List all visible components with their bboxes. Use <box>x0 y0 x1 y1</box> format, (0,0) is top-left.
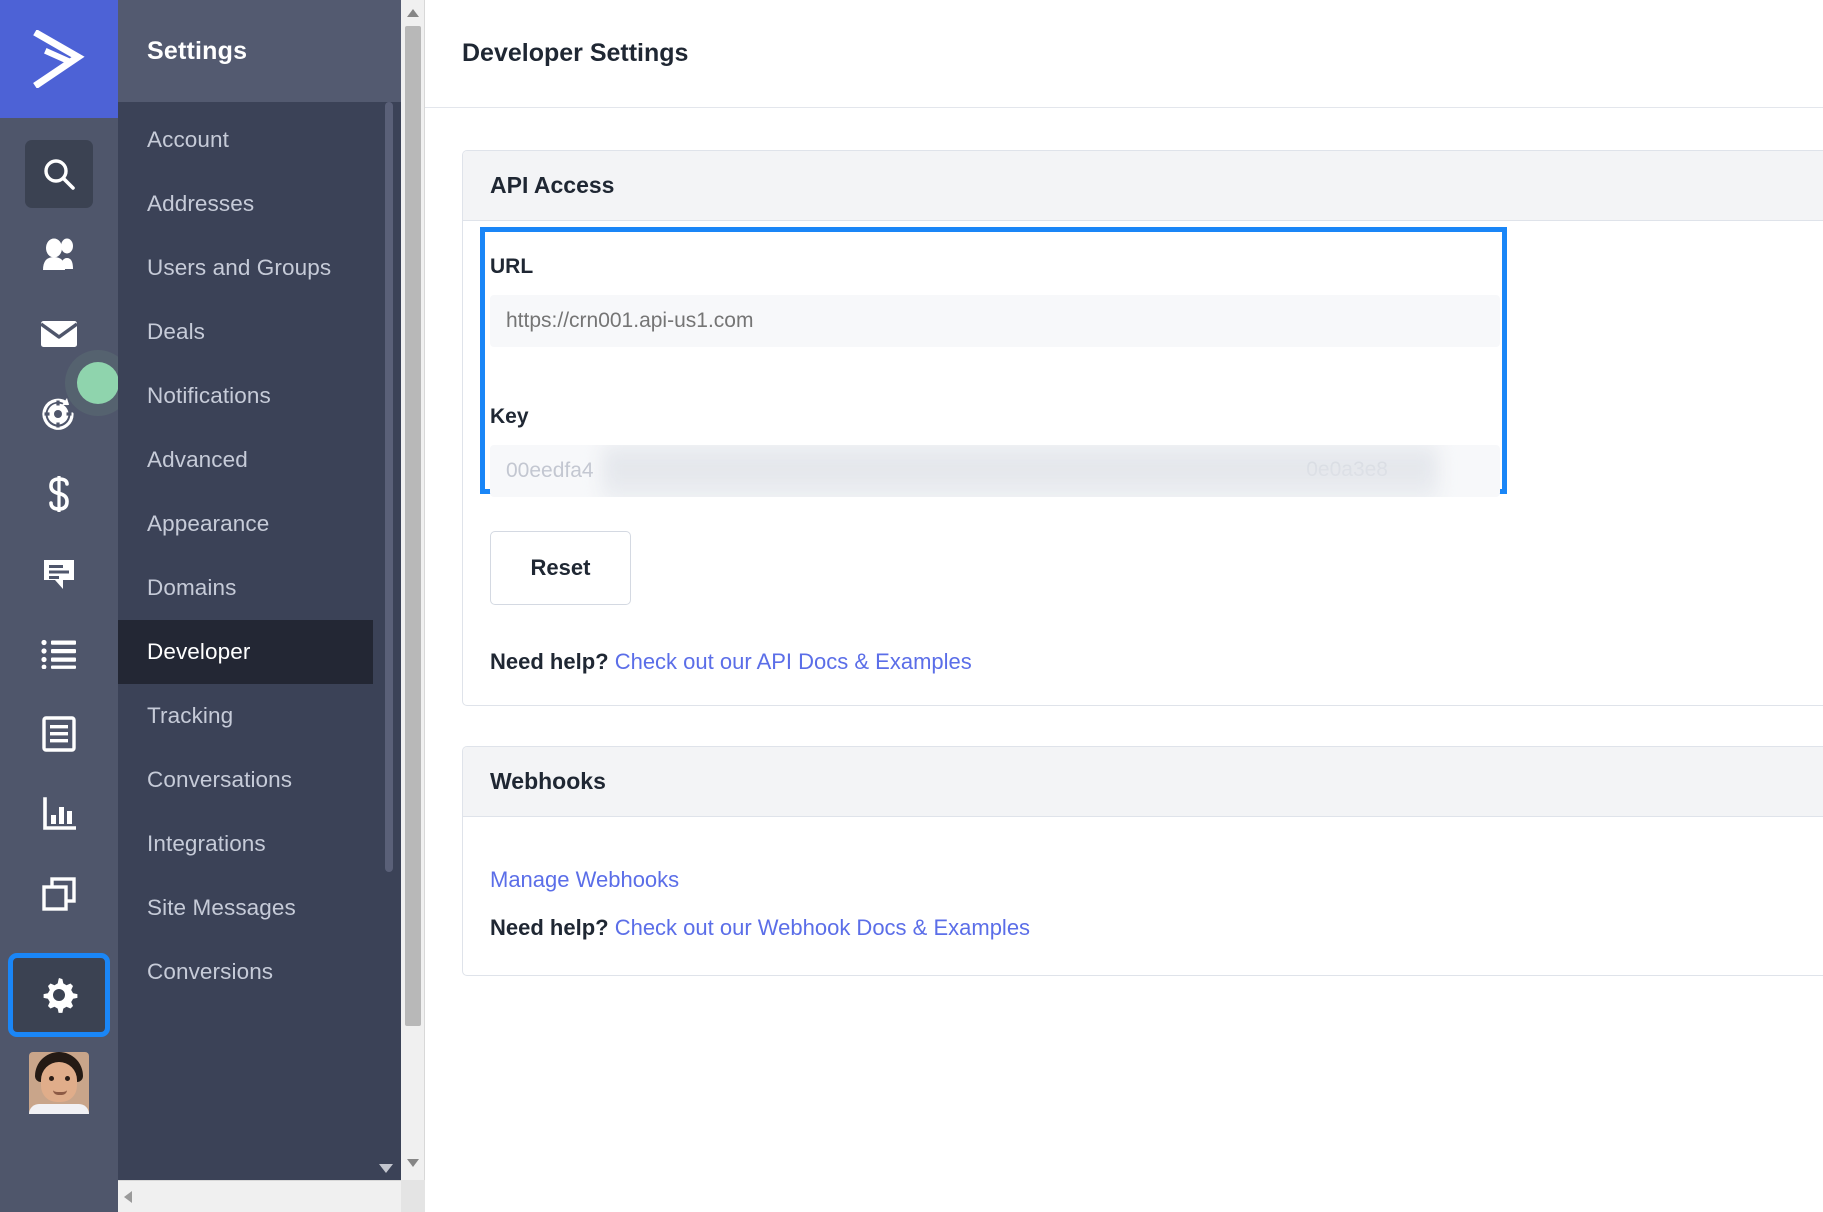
api-help-prefix: Need help? <box>490 649 609 674</box>
settings-menu-scroll-down-arrow[interactable] <box>375 1158 397 1178</box>
settings-menu-item-wrap: Account <box>118 108 401 172</box>
api-key-input[interactable]: 00eedfa4 0e0a3e8 <box>490 445 1500 497</box>
settings-menu-scrollbar[interactable] <box>385 102 393 872</box>
sidebar-item-notifications[interactable]: Notifications <box>118 364 401 428</box>
rail-item-pages[interactable] <box>25 860 93 928</box>
api-access-card: API Access URL Key 00eedfa4 0e0a3e8 Rese… <box>462 150 1823 706</box>
chevron-right-logo-icon <box>33 30 85 88</box>
sidebar-item-tracking[interactable]: Tracking <box>118 684 401 748</box>
dollar-icon <box>49 476 69 512</box>
settings-menu-list: Account Addresses Users and Groups Deals… <box>118 102 401 1180</box>
api-access-title: API Access <box>490 172 615 198</box>
mail-icon <box>39 321 79 347</box>
webhook-help-prefix: Need help? <box>490 915 609 940</box>
chevron-down-icon <box>379 1163 393 1173</box>
rail-item-campaigns[interactable] <box>25 300 93 368</box>
automations-icon <box>42 398 74 430</box>
page-vertical-scrollbar[interactable] <box>401 0 425 1212</box>
pages-icon <box>42 877 76 911</box>
webhook-help-row: Need help? Check out our Webhook Docs & … <box>490 915 1823 941</box>
scroll-left-arrow-icon[interactable] <box>124 1190 132 1203</box>
forms-icon <box>42 716 76 752</box>
manage-webhooks-link[interactable]: Manage Webhooks <box>490 867 679 892</box>
sidebar-item-appearance[interactable]: Appearance <box>118 492 401 556</box>
sidebar-item-account[interactable]: Account <box>118 108 401 172</box>
webhooks-card-body: Manage Webhooks Need help? Check out our… <box>463 817 1823 975</box>
main-content: Developer Settings API Access URL Key 00… <box>425 0 1823 1212</box>
rail-item-lists[interactable] <box>25 620 93 688</box>
search-icon <box>44 159 75 190</box>
api-access-card-body: URL Key 00eedfa4 0e0a3e8 Reset Need help… <box>463 221 1823 705</box>
sidebar-item-addresses[interactable]: Addresses <box>118 172 401 236</box>
api-help-row: Need help? Check out our API Docs & Exam… <box>490 649 1823 675</box>
api-access-card-header: API Access <box>463 151 1823 221</box>
sidebar-item-users-and-groups[interactable]: Users and Groups <box>118 236 401 300</box>
key-label: Key <box>490 405 529 428</box>
avatar[interactable] <box>29 1052 89 1114</box>
list-icon <box>41 639 76 669</box>
page-title: Developer Settings <box>462 39 689 67</box>
avatar-face <box>41 1062 77 1102</box>
rail-item-automations[interactable] <box>25 362 119 448</box>
app-root: Settings Account Addresses Users and Gro… <box>0 0 1823 1212</box>
triangle-down-icon <box>407 1159 419 1167</box>
settings-submenu-panel: Settings Account Addresses Users and Gro… <box>118 0 401 1212</box>
rail-item-contacts[interactable] <box>25 220 93 288</box>
content-body: API Access URL Key 00eedfa4 0e0a3e8 Rese… <box>425 108 1823 976</box>
sidebar-item-advanced[interactable]: Advanced <box>118 428 401 492</box>
contacts-icon <box>43 238 73 270</box>
sidebar-item-site-messages[interactable]: Site Messages <box>118 876 401 940</box>
avatar-eye-left <box>49 1076 54 1081</box>
rail-item-settings[interactable] <box>8 953 110 1037</box>
webhook-docs-link[interactable]: Check out our Webhook Docs & Examples <box>615 915 1030 940</box>
rail-icon-list <box>0 118 119 1114</box>
api-docs-link[interactable]: Check out our API Docs & Examples <box>615 649 972 674</box>
settings-panel-title: Settings <box>147 36 248 65</box>
url-label: URL <box>490 255 534 278</box>
gear-icon <box>43 978 78 1013</box>
sidebar-item-integrations[interactable]: Integrations <box>118 812 401 876</box>
webhooks-card: Webhooks Manage Webhooks Need help? Chec… <box>462 746 1823 976</box>
sidebar-item-developer[interactable]: Developer <box>118 620 373 684</box>
settings-horizontal-scrollbar[interactable] <box>118 1180 425 1212</box>
content-header: Developer Settings <box>425 0 1823 108</box>
scrollbar-thumb[interactable] <box>405 26 421 1026</box>
rail-item-forms[interactable] <box>25 700 93 768</box>
avatar-shirt <box>29 1104 89 1114</box>
manage-webhooks-row: Manage Webhooks <box>490 867 1823 893</box>
webhooks-card-header: Webhooks <box>463 747 1823 817</box>
rail-item-deals[interactable] <box>25 460 93 528</box>
sidebar-item-conversations[interactable]: Conversations <box>118 748 401 812</box>
rail-item-conversations[interactable] <box>25 540 93 608</box>
api-key-value-start: 00eedfa4 <box>506 459 594 482</box>
automations-status-dot <box>77 362 119 404</box>
primary-icon-rail <box>0 0 119 1212</box>
app-logo[interactable] <box>0 0 118 118</box>
scroll-down-arrow[interactable] <box>401 1152 425 1174</box>
avatar-eye-right <box>65 1076 70 1081</box>
sidebar-item-conversions[interactable]: Conversions <box>118 940 401 1004</box>
rail-item-reports[interactable] <box>25 780 93 848</box>
sidebar-item-deals[interactable]: Deals <box>118 300 401 364</box>
api-key-blur-overlay <box>602 445 1438 497</box>
settings-panel-header: Settings <box>118 0 401 102</box>
scrollbar-corner <box>401 1180 425 1212</box>
api-url-input[interactable] <box>490 295 1500 347</box>
reports-icon <box>43 797 76 830</box>
reset-button[interactable]: Reset <box>490 531 631 605</box>
scroll-up-arrow[interactable] <box>401 2 425 24</box>
rail-item-search[interactable] <box>25 140 93 208</box>
triangle-up-icon <box>407 9 419 17</box>
sidebar-item-domains[interactable]: Domains <box>118 556 401 620</box>
conversations-icon <box>44 560 74 589</box>
webhooks-title: Webhooks <box>490 768 606 794</box>
